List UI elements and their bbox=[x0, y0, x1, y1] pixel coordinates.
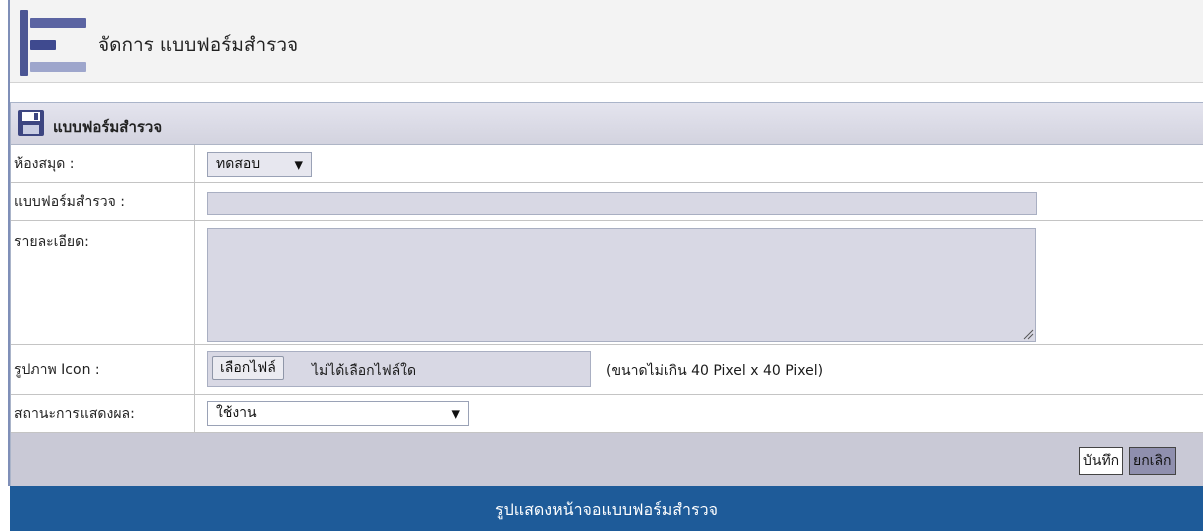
details-textarea[interactable] bbox=[207, 228, 1036, 342]
menu-bars-icon bbox=[20, 10, 86, 78]
file-status: ไม่ได้เลือกไฟล์ใด bbox=[312, 363, 417, 379]
choose-file-button[interactable]: เลือกไฟล์ bbox=[212, 356, 284, 380]
display-status-select-value: ใช้งาน bbox=[216, 405, 257, 421]
icon-file-input[interactable]: เลือกไฟล์ ไม่ได้เลือกไฟล์ใด bbox=[207, 351, 591, 387]
figure-caption: รูปแสดงหน้าจอแบบฟอร์มสำรวจ bbox=[495, 500, 718, 519]
dropdown-arrow-icon: ▼ bbox=[451, 407, 460, 420]
panel-title: แบบฟอร์มสำรวจ bbox=[53, 118, 163, 136]
survey-form-input[interactable] bbox=[207, 192, 1037, 215]
icon-row: รูปภาพ Icon : เลือกไฟล์ ไม่ได้เลือกไฟล์ใ… bbox=[11, 345, 1203, 395]
details-label: รายละเอียด: bbox=[11, 221, 195, 344]
library-select[interactable]: ทดสอบ ▼ bbox=[207, 152, 312, 177]
survey-form-row: แบบฟอร์มสำรวจ : bbox=[11, 183, 1203, 221]
library-select-value: ทดสอบ bbox=[216, 156, 261, 172]
caption-bar: รูปแสดงหน้าจอแบบฟอร์มสำรวจ bbox=[10, 486, 1203, 531]
survey-form-panel: แบบฟอร์มสำรวจ ห้องสมุด : ทดสอบ ▼ แบบฟอร์… bbox=[10, 102, 1203, 487]
page-title: จัดการ แบบฟอร์มสำรวจ bbox=[98, 34, 299, 56]
floppy-disk-icon bbox=[18, 110, 44, 136]
dropdown-arrow-icon: ▼ bbox=[294, 158, 303, 171]
library-label: ห้องสมุด : bbox=[11, 145, 195, 182]
icon-label: รูปภาพ Icon : bbox=[11, 345, 195, 394]
action-bar: บันทึก ยกเลิก bbox=[11, 433, 1203, 487]
page-header: จัดการ แบบฟอร์มสำรวจ bbox=[10, 0, 1203, 83]
cancel-button[interactable]: ยกเลิก bbox=[1129, 447, 1176, 475]
save-button[interactable]: บันทึก bbox=[1079, 447, 1124, 475]
display-status-select[interactable]: ใช้งาน ▼ bbox=[207, 401, 469, 426]
resize-grip-icon[interactable] bbox=[1022, 328, 1034, 340]
icon-size-hint: (ขนาดไม่เกิน 40 Pixel x 40 Pixel) bbox=[606, 363, 824, 379]
display-status-row: สถานะการแสดงผล: ใช้งาน ▼ bbox=[11, 395, 1203, 433]
display-status-label: สถานะการแสดงผล: bbox=[11, 395, 195, 432]
library-row: ห้องสมุด : ทดสอบ ▼ bbox=[11, 145, 1203, 183]
panel-header: แบบฟอร์มสำรวจ bbox=[11, 103, 1203, 145]
details-row: รายละเอียด: bbox=[11, 221, 1203, 345]
survey-form-label: แบบฟอร์มสำรวจ : bbox=[11, 183, 195, 220]
